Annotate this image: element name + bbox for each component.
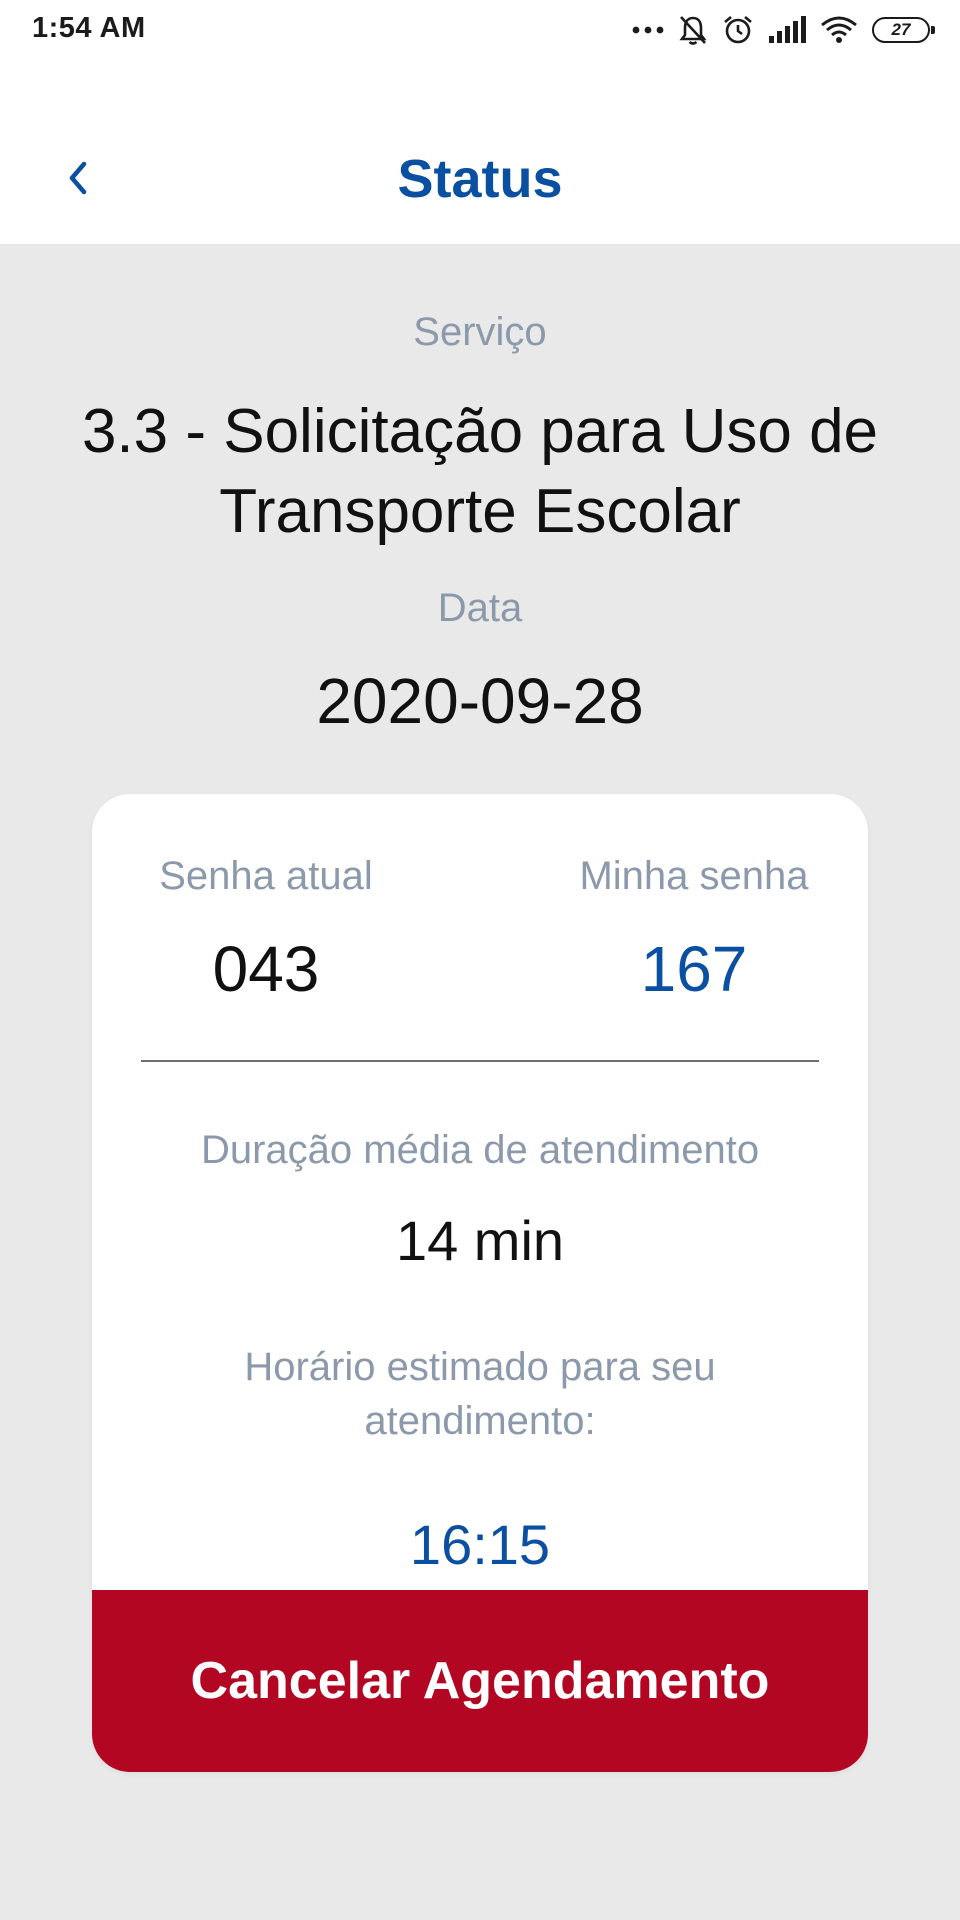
ticket-card: Senha atual 043 Minha senha 167 Duração … [92,794,868,1772]
wifi-icon [820,15,858,45]
avg-duration-value: 14 min [395,1209,565,1272]
cancel-appointment-button[interactable]: Cancelar Agendamento [92,1590,868,1772]
current-ticket-value: 043 [212,933,320,1005]
avg-duration-label: Duração média de atendimento [200,1128,760,1172]
my-ticket-label: Minha senha [579,854,809,898]
date-value: 2020-09-28 [316,665,644,737]
status-time: 1:54 AM [32,12,146,44]
service-name: 3.3 - Solicitação para Uso de Transporte… [81,397,879,546]
alarm-icon [722,14,754,46]
more-dots-icon [632,25,664,35]
battery-icon: 27 [872,17,935,43]
current-ticket-label: Senha atual [159,854,373,898]
app-header: Status [0,60,960,244]
card-divider [141,1060,819,1062]
eta-value: 16:15 [409,1513,551,1576]
service-label: Serviço [413,310,547,354]
status-bar: 1:54 AM 27 [0,0,960,60]
signal-icon [768,16,806,44]
battery-level: 27 [891,20,911,39]
page-title: Status [397,149,563,209]
status-icons: 27 [632,12,935,48]
bell-muted-icon [678,14,708,46]
eta-label: Horário estimado para seu atendimento: [244,1345,716,1443]
date-label: Data [437,586,523,630]
main-content: Serviço 3.3 - Solicitação para Uso de Tr… [0,244,960,1920]
my-ticket-value: 167 [640,933,748,1005]
